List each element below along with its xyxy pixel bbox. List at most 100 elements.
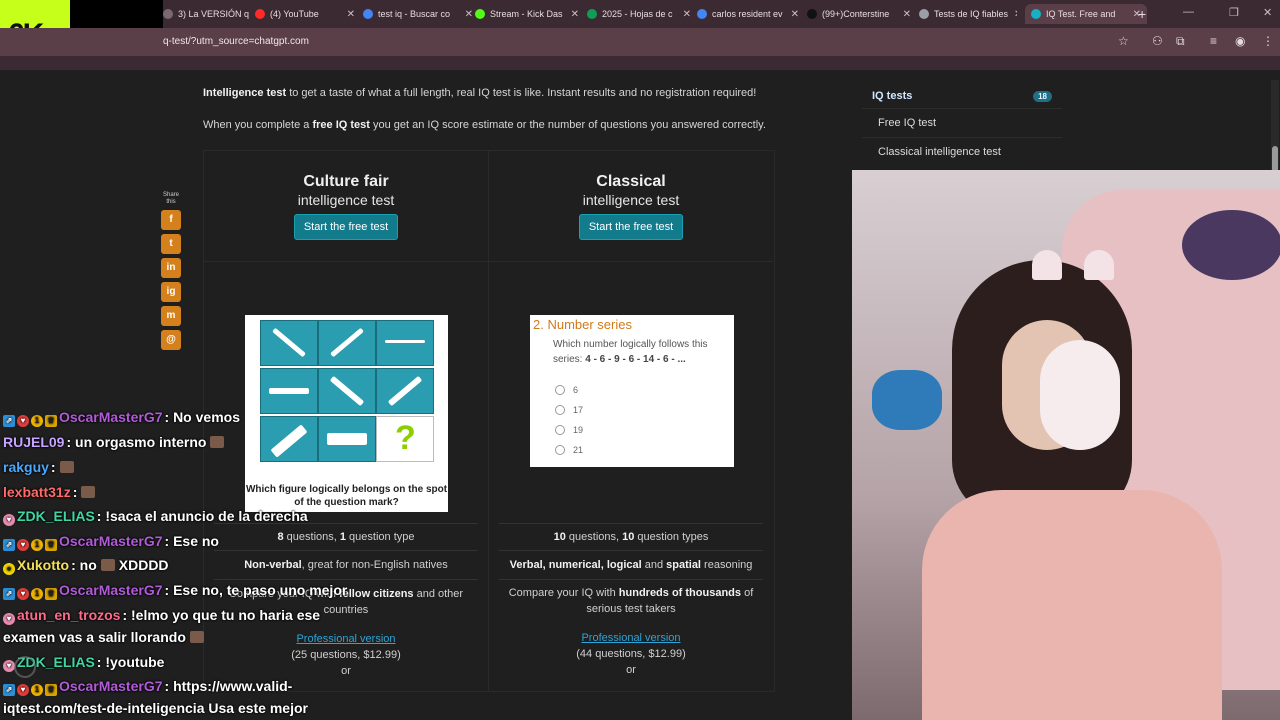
- cookie-settings-icon[interactable]: [14, 656, 36, 678]
- classical-title: Classical: [596, 173, 666, 190]
- facebook-share-icon[interactable]: f: [161, 210, 181, 230]
- intro-bold: Intelligence test: [203, 87, 287, 99]
- sidebar-item-classical-test[interactable]: Classical intelligence test: [862, 137, 1062, 166]
- intro-rest: to get a taste of what a full length, re…: [286, 87, 757, 99]
- sidebar-item-free-iq-test[interactable]: Free IQ test: [862, 108, 1062, 137]
- matrix-cell: [260, 368, 318, 414]
- qtype-label: question type: [346, 531, 415, 543]
- browser-tab[interactable]: (4) YouTube ✕: [255, 4, 355, 24]
- or-text: or: [626, 664, 636, 676]
- reasoning-rest: reasoning: [701, 559, 753, 571]
- tab-favicon-icon: [1031, 9, 1041, 19]
- answer-option[interactable]: 6: [555, 385, 578, 395]
- intro2-a: When you complete a: [203, 119, 313, 131]
- browser-tab[interactable]: 3) La VERSIÓN q✕: [163, 4, 251, 24]
- tab-close-icon[interactable]: ✕: [341, 9, 355, 20]
- feature-nonverbal: Non-verbal, great for non-English native…: [214, 557, 478, 573]
- url-input[interactable]: q-test/?utm_source=chatgpt.com: [163, 36, 309, 47]
- number-series-question: Which number logically follows this seri…: [553, 337, 733, 367]
- start-culture-fair-button[interactable]: Start the free test: [293, 214, 399, 240]
- sidebar-head[interactable]: IQ tests 18: [862, 84, 1062, 108]
- tab-favicon-icon: [255, 9, 265, 19]
- reading-list-icon[interactable]: ≡: [1210, 34, 1217, 48]
- cat-ear-headphone: [1084, 250, 1114, 280]
- streamer-hoodie: [922, 490, 1222, 720]
- matrix-grid: ?: [260, 320, 434, 462]
- q-label: questions,: [565, 531, 623, 543]
- tab-label: IQ Test. Free and: [1046, 9, 1116, 19]
- divider: [214, 523, 478, 524]
- q-count: 10: [553, 531, 566, 543]
- browser-tab[interactable]: 2025 - Hojas de c ✕: [587, 4, 691, 24]
- question-mark-cell: ?: [376, 416, 434, 462]
- professional-version-link[interactable]: Professional version: [296, 633, 395, 645]
- extension-icon[interactable]: ⚇: [1152, 34, 1163, 48]
- reasoning-bold-1: Verbal, numerical, logical: [509, 559, 642, 571]
- email-share-icon[interactable]: @: [161, 330, 181, 350]
- feature-questions: 10 questions, 10 question types: [499, 529, 763, 545]
- bookmark-star-icon[interactable]: ☆: [1118, 34, 1129, 48]
- matrix-cell: [260, 416, 318, 462]
- tab-close-icon[interactable]: ✕: [897, 9, 911, 20]
- culture-fair-sample-figure: ? Which figure logically belongs on the …: [245, 315, 448, 512]
- tab-close-icon[interactable]: ✕: [249, 9, 251, 20]
- tab-favicon-icon: [697, 9, 707, 19]
- new-tab-button[interactable]: +: [1138, 6, 1146, 22]
- messenger-share-icon[interactable]: m: [161, 306, 181, 326]
- tab-favicon-icon: [807, 9, 817, 19]
- series-text: 4 - 6 - 9 - 6 - 14 - 6 - ...: [585, 354, 686, 365]
- tab-close-icon[interactable]: ✕: [1008, 9, 1017, 20]
- culture-fair-column: Culture fair intelligence test Start the…: [204, 151, 489, 691]
- radio-icon: [555, 385, 565, 395]
- or-text: or: [341, 665, 351, 677]
- browser-tab[interactable]: (99+)Conterstine ✕: [807, 4, 911, 24]
- tab-favicon-icon: [475, 9, 485, 19]
- close-window-icon[interactable]: ✕: [1263, 6, 1272, 19]
- professional-version-link[interactable]: Professional version: [581, 632, 680, 644]
- sidebar-count-badge: 18: [1033, 90, 1052, 102]
- tab-label: (4) YouTube: [270, 9, 319, 19]
- tab-close-icon[interactable]: ✕: [785, 9, 799, 20]
- answer-option[interactable]: 21: [555, 445, 583, 455]
- browser-tab[interactable]: IQ Test. Free and ✕: [1025, 4, 1147, 24]
- classical-header: Classical intelligence test Start the fr…: [489, 151, 773, 262]
- tab-close-icon[interactable]: ✕: [565, 9, 579, 20]
- tab-favicon-icon: [587, 9, 597, 19]
- menu-dots-icon[interactable]: ⋮: [1262, 34, 1274, 48]
- intro-text: Intelligence test to get a taste of what…: [203, 86, 763, 100]
- share-bar: Share this f t in ig m @: [160, 192, 182, 354]
- tab-favicon-icon: [919, 9, 929, 19]
- instagram-share-icon[interactable]: ig: [161, 282, 181, 302]
- profile-avatar-icon[interactable]: ◉: [1235, 34, 1245, 48]
- browser-tab[interactable]: test iq - Buscar co ✕: [363, 4, 473, 24]
- browser-tab[interactable]: Stream - Kick Das ✕: [475, 4, 579, 24]
- answer-option[interactable]: 19: [555, 425, 583, 435]
- twitter-share-icon[interactable]: t: [161, 234, 181, 254]
- tab-close-icon[interactable]: ✕: [459, 9, 473, 20]
- start-classical-button[interactable]: Start the free test: [578, 214, 684, 240]
- pro-version-block: Professional version (25 questions, $12.…: [214, 631, 478, 679]
- plush-toy: [1182, 210, 1280, 280]
- option-label: 19: [573, 425, 584, 435]
- cat-ear-headphone: [1032, 250, 1062, 280]
- tab-close-icon[interactable]: ✕: [677, 9, 691, 20]
- address-bar: q-test/?utm_source=chatgpt.com ☆ ⚇ ⧉ ≡ ◉…: [0, 28, 1280, 56]
- plush-toy: [872, 370, 942, 430]
- linkedin-share-icon[interactable]: in: [161, 258, 181, 278]
- answer-option[interactable]: 17: [555, 405, 583, 415]
- scrollbar-thumb[interactable]: [1272, 146, 1278, 172]
- browser-tab-bar: 3) La VERSIÓN q✕(4) YouTube✕test iq - Bu…: [163, 0, 1280, 28]
- sidebar-head-label: IQ tests: [872, 90, 913, 102]
- matrix-cell: [318, 368, 376, 414]
- puzzle-icon[interactable]: ⧉: [1176, 34, 1185, 49]
- browser-tab[interactable]: carlos resident ev ✕: [697, 4, 799, 24]
- maximize-icon[interactable]: ❐: [1229, 6, 1239, 19]
- webcam-feed: [852, 170, 1280, 720]
- feature-compare: Compare your IQ with fellow citizens and…: [214, 586, 478, 618]
- compare-a: Compare your IQ with: [228, 588, 339, 600]
- minimize-icon[interactable]: —: [1183, 6, 1194, 18]
- matrix-cell: [318, 416, 376, 462]
- feature-reasoning: Verbal, numerical, logical and spatial r…: [499, 557, 763, 573]
- tab-label: 3) La VERSIÓN q: [178, 9, 250, 19]
- browser-tab[interactable]: Tests de IQ fiables✕: [919, 4, 1017, 24]
